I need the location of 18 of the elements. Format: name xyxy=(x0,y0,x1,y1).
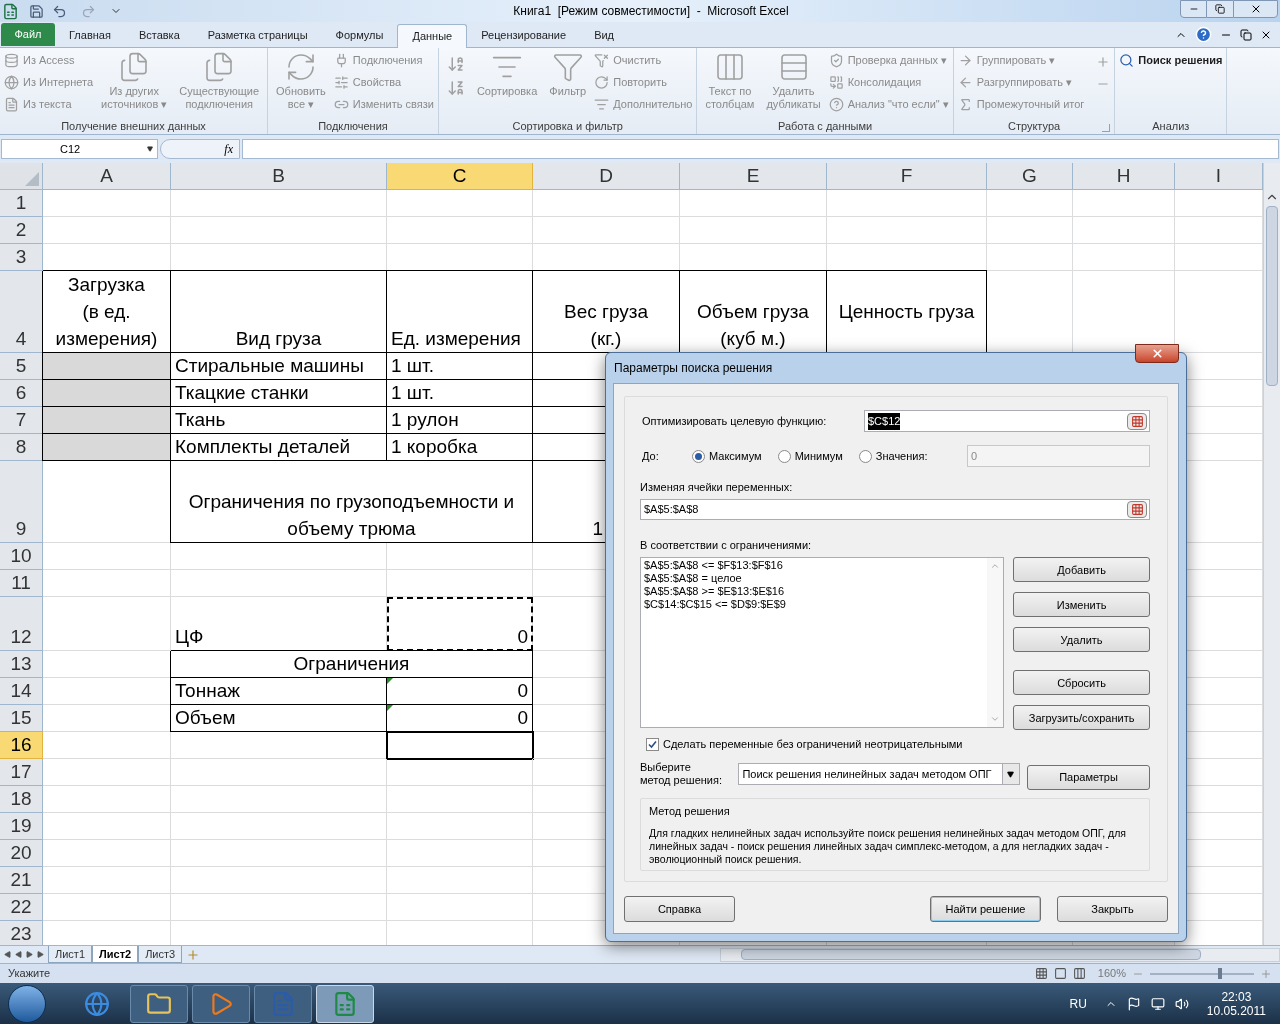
objective-label: Оптимизировать целевую функцию: xyxy=(642,414,828,430)
group-label: Подключения xyxy=(318,118,388,134)
group-label: Получение внешних данных xyxy=(61,118,206,134)
method-title: Метод решения xyxy=(649,803,731,819)
method-description: Для гладких нелинейных задач используйте поиск решения нелинейных задач методом ОПГ, для линейных задач - поиск решения линейных задач симплекс-методом, а для негладких задач - эволюционный поиск решения. xyxy=(649,827,1127,867)
constraints-label: В соответствии с ограничениями: xyxy=(640,537,813,553)
status-mode: Укажите xyxy=(8,966,51,982)
group-label: Работа с данными xyxy=(777,118,873,134)
group-label: Сортировка и фильтр xyxy=(512,118,623,134)
method-label: Выберите метод решения: xyxy=(640,761,723,788)
objective-value: $C$12 xyxy=(868,413,901,430)
group-label: Анализ xyxy=(1152,118,1190,134)
variables-label: Изменяя ячейки переменных: xyxy=(640,480,794,496)
window-title: Книга1 [Режим совместимости] - Microsoft Excel xyxy=(512,3,790,20)
checkbox-label: Сделать переменные без ограничений неотрицательными xyxy=(663,737,963,753)
to-label: До: xyxy=(642,448,660,464)
dialog-title: Параметры поиска решения xyxy=(613,360,773,377)
group-label: Структура xyxy=(1007,118,1061,134)
